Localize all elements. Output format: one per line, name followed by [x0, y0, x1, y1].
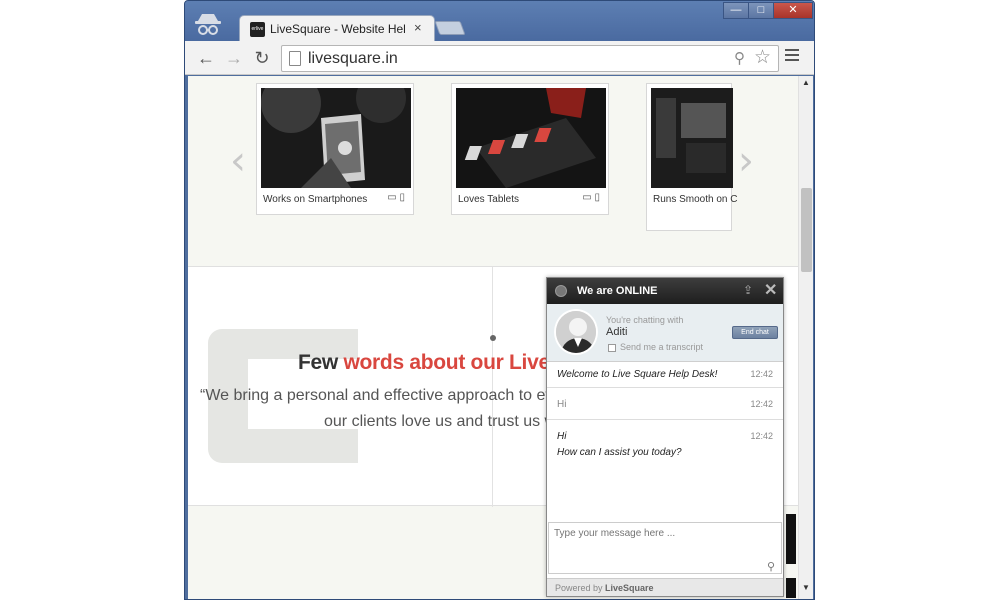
- scroll-up-icon[interactable]: ▲: [802, 78, 810, 87]
- agent-name: Aditi: [606, 326, 628, 338]
- chat-widget: We are ONLINE ⇪ ✕ You're chatting with A…: [546, 277, 784, 597]
- chat-message: Hi How can I assist you today? 12:42: [547, 420, 783, 468]
- card-caption: Loves Tablets: [458, 194, 519, 205]
- new-tab-button[interactable]: [434, 21, 466, 35]
- chat-message: Hi 12:42: [547, 388, 783, 420]
- tab-close-button[interactable]: ×: [414, 20, 422, 35]
- tablet-image: [456, 88, 606, 188]
- about-heading: Few words about our Live Sq: [298, 351, 582, 374]
- close-window-button[interactable]: ✕: [773, 2, 813, 19]
- message-text: Hi: [557, 431, 567, 442]
- feature-card-tablets[interactable]: Loves Tablets ▭ ▯: [451, 83, 609, 215]
- powered-by: Powered by LiveSquare: [555, 583, 654, 593]
- center-dot: [490, 335, 496, 341]
- transcript-checkbox[interactable]: [608, 344, 616, 352]
- message-text-line-2: How can I assist you today?: [557, 447, 682, 458]
- desktop-image: [651, 88, 733, 188]
- feature-carousel: ‹ Works on Smartphones ▭ ▯ Loves Tablets…: [188, 76, 798, 266]
- agent-avatar: [554, 309, 598, 355]
- maximize-button[interactable]: □: [748, 2, 774, 19]
- hamburger-menu-icon[interactable]: [785, 49, 799, 63]
- end-chat-button[interactable]: End chat: [732, 326, 778, 339]
- scrollbar-thumb[interactable]: [801, 188, 812, 272]
- device-icons: ▭ ▯: [582, 192, 600, 203]
- tab-title: LiveSquare - Website HelpDe: [270, 22, 406, 36]
- carousel-prev-button[interactable]: ‹: [230, 138, 246, 184]
- reload-icon[interactable]: ↻: [251, 47, 273, 69]
- vertical-scrollbar[interactable]: ▲ ▼: [798, 76, 813, 599]
- feature-card-desktop[interactable]: Runs Smooth on C: [646, 83, 738, 231]
- incognito-icon: [195, 14, 221, 35]
- carousel-next-button[interactable]: ›: [738, 138, 754, 184]
- browser-toolbar: ← → ↻ livesquare.in ⚲ ☆: [185, 41, 814, 75]
- message-input[interactable]: [548, 522, 782, 574]
- testimonial-line-1: “We bring a personal and effective appro…: [200, 387, 576, 404]
- chat-message: Welcome to Live Square Help Desk! 12:42: [547, 362, 783, 388]
- minimize-button[interactable]: —: [723, 2, 749, 19]
- favicon-icon: erlive: [250, 22, 265, 37]
- star-icon[interactable]: ☆: [754, 46, 771, 69]
- side-tab[interactable]: [786, 514, 796, 564]
- popout-icon[interactable]: ⇪: [743, 283, 753, 297]
- chat-footer: Powered by LiveSquare: [547, 578, 783, 596]
- back-arrow-icon[interactable]: ←: [195, 47, 217, 69]
- url-text: livesquare.in: [308, 50, 398, 67]
- search-icon[interactable]: ⚲: [734, 49, 745, 67]
- chat-status-title: We are ONLINE: [577, 285, 658, 297]
- device-icons: ▭ ▯: [387, 192, 405, 203]
- smartphone-image: [261, 88, 411, 188]
- status-icon: [555, 285, 567, 297]
- agent-panel: You're chatting with Aditi End chat Send…: [547, 304, 783, 362]
- transcript-label: Send me a transcript: [620, 342, 704, 352]
- forward-arrow-icon[interactable]: →: [223, 47, 245, 69]
- title-bar[interactable]: erlive LiveSquare - Website HelpDe × — □…: [185, 1, 814, 41]
- feature-card-smartphones[interactable]: Works on Smartphones ▭ ▯: [256, 83, 414, 215]
- paperclip-icon[interactable]: ⚲: [767, 560, 775, 573]
- chatting-with-label: You're chatting with: [606, 315, 684, 325]
- message-time: 12:42: [750, 369, 773, 379]
- message-text: Hi: [557, 399, 567, 410]
- message-time: 12:42: [750, 431, 773, 441]
- address-bar[interactable]: livesquare.in ⚲ ☆: [281, 45, 779, 72]
- card-caption: Works on Smartphones: [263, 194, 368, 205]
- message-time: 12:42: [750, 399, 773, 409]
- message-text: Welcome to Live Square Help Desk!: [557, 369, 718, 380]
- testimonial-line-2: our clients love us and trust us wi: [324, 413, 560, 430]
- card-caption: Runs Smooth on C: [653, 194, 738, 205]
- chat-header[interactable]: We are ONLINE ⇪ ✕: [547, 278, 783, 304]
- side-tab-lower[interactable]: [786, 578, 796, 598]
- page-icon: [289, 51, 301, 66]
- scroll-down-icon[interactable]: ▼: [802, 583, 810, 592]
- screenshot-stage: erlive LiveSquare - Website HelpDe × — □…: [0, 0, 1000, 600]
- close-icon[interactable]: ✕: [764, 280, 777, 300]
- tab-livesquare[interactable]: erlive LiveSquare - Website HelpDe ×: [239, 15, 435, 41]
